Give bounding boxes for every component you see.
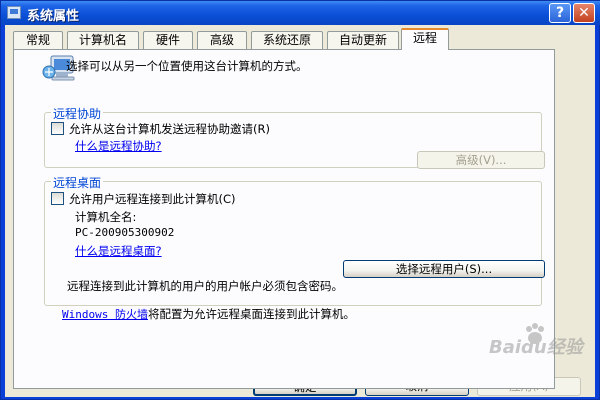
tab-hardware[interactable]: 硬件 [143,31,193,49]
windows-firewall-link[interactable]: Windows 防火墙 [62,308,148,321]
remote-desktop-legend: 远程桌面 [51,174,104,191]
allow-remote-desktop-checkbox[interactable] [51,192,64,205]
system-properties-icon [7,6,21,19]
tab-computer-name[interactable]: 计算机名 [67,31,139,49]
remote-desktop-group: 远程桌面 允许用户远程连接到此计算机(C) 计算机全名: PC-20090530… [44,174,545,306]
intro-text: 选择可以从另一个位置使用这台计算机的方式。 [66,59,308,73]
password-note: 远程连接到此计算机的用户的用户帐户必须包含密码。 [67,279,343,293]
computer-name-value: PC-200905300902 [75,226,175,239]
firewall-notice-text: 将配置为允许远程桌面连接到此计算机。 [147,307,355,321]
full-computer-name-label: 计算机全名: [75,210,137,224]
tab-general[interactable]: 常规 [13,31,63,49]
watermark-text: Baidu经验 [489,337,583,358]
select-remote-users-button[interactable]: 选择远程用户(S)... [343,260,545,278]
help-button[interactable]: ? [549,3,571,23]
remote-assistance-group: 远程协助 允许从这台计算机发送远程协助邀请(R) 什么是远程协助? 高级(V).… [44,105,545,169]
window-title: 系统属性 [27,9,80,24]
system-properties-window: 系统属性 ? ✕ 常规 计算机名 硬件 高级 系统还原 自动更新 远程 选择可以… [0,0,600,400]
allow-remote-desktop-label[interactable]: 允许用户远程连接到此计算机(C) [69,191,236,207]
tab-advanced[interactable]: 高级 [197,31,247,49]
allow-remote-assistance-checkbox[interactable] [51,122,64,135]
remote-tab-page: 选择可以从另一个位置使用这台计算机的方式。 远程协助 允许从这台计算机发送远程协… [13,49,555,389]
tab-automatic-updates[interactable]: 自动更新 [327,31,399,49]
tab-remote[interactable]: 远程 [401,28,449,50]
baidu-watermark: Baidu经验 [489,323,589,375]
title-bar[interactable]: 系统属性 ? ✕ [1,1,600,25]
firewall-notice: Windows 防火墙将配置为允许远程桌面连接到此计算机。 [62,306,355,322]
what-is-remote-desktop-link[interactable]: 什么是远程桌面? [75,243,162,259]
what-is-remote-assistance-link[interactable]: 什么是远程协助? [75,138,162,154]
tab-system-restore[interactable]: 系统还原 [251,31,323,49]
advanced-button[interactable]: 高级(V)... [417,151,545,169]
remote-assistance-legend: 远程协助 [51,105,104,122]
close-button[interactable]: ✕ [573,3,595,23]
allow-remote-assistance-label[interactable]: 允许从这台计算机发送远程协助邀请(R) [69,121,270,137]
